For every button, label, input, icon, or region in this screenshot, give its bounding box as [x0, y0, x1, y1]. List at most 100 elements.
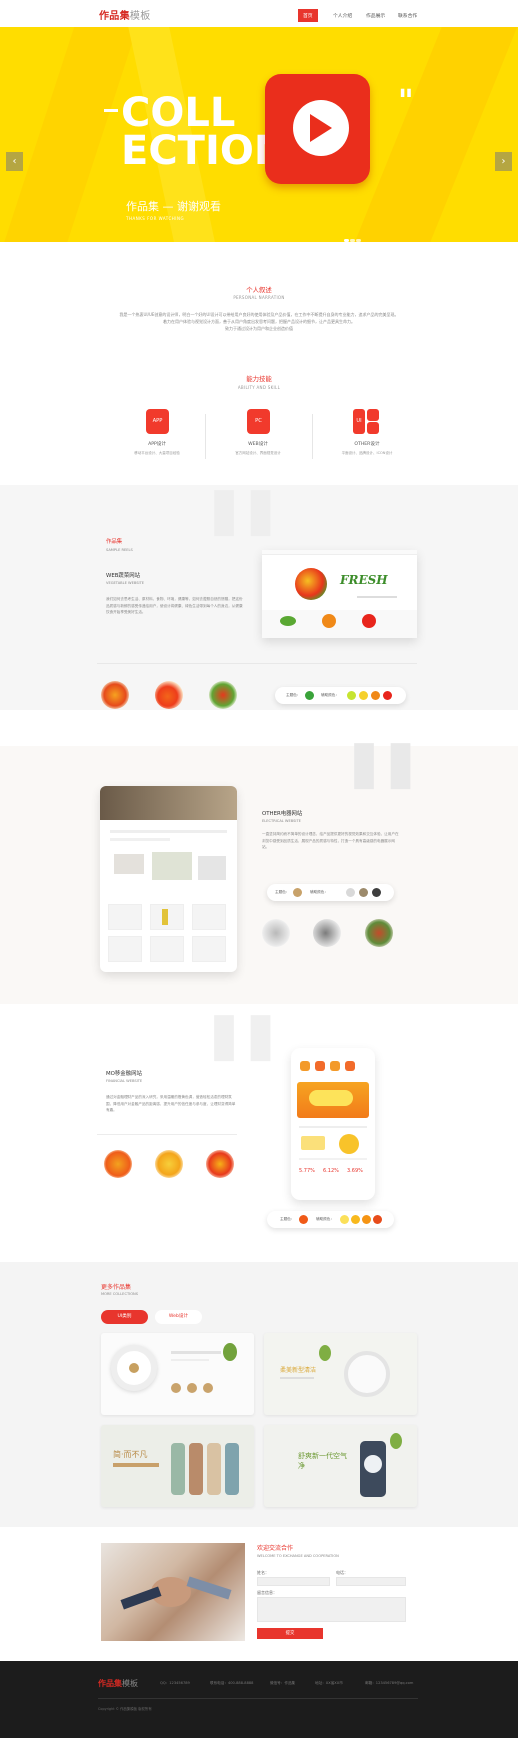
work1-thumb[interactable] [101, 681, 129, 709]
quote-icon: " [398, 84, 414, 119]
ui-icon: UI [353, 409, 379, 434]
next-slide-button[interactable]: › [495, 152, 512, 171]
tab-ui[interactable]: UI类别 [101, 1310, 148, 1324]
message-label: 留言信息： [257, 1590, 277, 1595]
skill-label: APP设计 [148, 442, 166, 447]
work2-thumb[interactable] [262, 919, 290, 947]
divider [98, 1698, 418, 1699]
hero-title: COLL ECTION [121, 90, 288, 174]
color-swatch [359, 888, 368, 897]
footer-item: QQ：123456789 [160, 1681, 190, 1685]
color-swatch [305, 691, 314, 700]
work3-thumb[interactable] [104, 1150, 132, 1178]
footer-item: 微信号：作品集 [270, 1681, 296, 1685]
work1-mockup[interactable]: FRESH [262, 550, 417, 638]
page: 作品集模板 首页 个人介绍 作品展示 联系合作 COLL ECTION " 作品集… [0, 0, 518, 1738]
narration-subtitle: PERSONAL NARRATION [233, 295, 285, 300]
name-input[interactable] [257, 1577, 330, 1586]
collection-card[interactable]: 柔美新型清洁 [264, 1333, 417, 1415]
nav-item-contact[interactable]: 联系合作 [398, 12, 417, 19]
collection-card[interactable] [101, 1333, 254, 1415]
work2-thumb[interactable] [313, 919, 341, 947]
hero-subtitle-en: THANKS FOR WATCHING [126, 216, 185, 221]
work3-color-palette: 主题色： 辅助颜色： [267, 1211, 394, 1228]
teamwork-image [101, 1543, 245, 1641]
phone-label: 电话： [336, 1570, 348, 1575]
site-logo[interactable]: 作品集模板 [99, 7, 151, 22]
nav-item-home[interactable]: 首页 [298, 9, 318, 22]
work1-thumb[interactable] [155, 681, 183, 709]
skill-label: OTHER设计 [354, 442, 380, 447]
narration-text: 我是一个热衷UI/UE创意的设计师，明白一个好的UI设计可以带给用户良好的使用体… [119, 312, 399, 331]
work1-label-en: SAMPLE REELS [106, 548, 133, 552]
quote-watermark: " [198, 980, 287, 1180]
color-swatch [346, 888, 355, 897]
footer: 作品集模板 QQ：123456789 联系电话：400-888-8888 微信号… [0, 1661, 518, 1738]
tab-web[interactable]: Web设计 [155, 1310, 202, 1324]
work2-desc: 一直坚持简约而不简单的设计理念，给产品提供更好的视觉效果和交互体验，让用户在浏览… [262, 832, 399, 849]
collection-card[interactable]: 简·而不凡 [101, 1425, 254, 1507]
work2-title: OTHER电器网站 [262, 811, 303, 817]
work2-color-palette: 主题色： 辅助颜色： [267, 884, 394, 901]
slide-dot[interactable] [344, 239, 349, 242]
color-swatch [373, 1215, 382, 1224]
collection-card[interactable]: 舒爽新一代空气净 [264, 1425, 417, 1507]
work2-mockup[interactable] [100, 786, 237, 972]
submit-button[interactable]: 提交 [257, 1628, 323, 1639]
work1-title: WEB蔬菜网站 [106, 573, 140, 579]
pc-icon: PC [247, 409, 270, 434]
color-swatch [372, 888, 381, 897]
ability-title: 能力技能 [246, 375, 272, 383]
work3-desc: 通过对金融理财产品的深入研究，采用温暖的橙黄色调，营造轻松活泼的理财氛围，降低用… [106, 1095, 236, 1112]
color-swatch [347, 691, 356, 700]
play-icon [265, 74, 370, 184]
contact-title: 欢迎交流合作 [257, 1545, 294, 1552]
bg-shard [1, 27, 139, 242]
ability-subtitle: ABILITY AND SKILL [237, 385, 281, 390]
work3-phone-mockup[interactable]: 5.77% 6.12% 3.69% [291, 1048, 375, 1200]
footer-item: 邮箱：123456789@qq.com [365, 1681, 414, 1685]
work3-thumb[interactable] [206, 1150, 234, 1178]
app-icon: APP [146, 409, 169, 434]
quote-watermark: " [338, 708, 427, 908]
copyright: Copyright © 作品集模板 版权所有 [98, 1707, 152, 1711]
work1-color-palette: 主题色： 辅助颜色： [275, 687, 406, 704]
skill-desc: 平面设计、品牌设计、ICON设计 [341, 451, 393, 455]
name-label: 姓名： [257, 1570, 269, 1575]
work1-title-en: VEGETABLE WEBSITE [106, 581, 145, 585]
work2-title-en: ELECTRICAL WEBSITE [262, 819, 301, 823]
divider [312, 414, 313, 459]
divider [97, 663, 417, 664]
prev-slide-button[interactable]: ‹ [6, 152, 23, 171]
hero-subtitle: 作品集 — 谢谢观看 [126, 200, 221, 213]
work2-thumb[interactable] [365, 919, 393, 947]
divider [205, 414, 206, 459]
footer-item: 地址：XX省XX市 [315, 1681, 343, 1685]
color-swatch [351, 1215, 360, 1224]
narration-title: 个人叙述 [246, 286, 272, 294]
work1-thumb[interactable] [209, 681, 237, 709]
color-swatch [383, 691, 392, 700]
more-subtitle: MORE COLLECTIONS [101, 1292, 139, 1296]
message-textarea[interactable] [257, 1597, 406, 1622]
work3-thumb[interactable] [155, 1150, 183, 1178]
footer-item: 联系电话：400-888-8888 [210, 1681, 254, 1685]
color-swatch [359, 691, 368, 700]
color-swatch [340, 1215, 349, 1224]
hero-dash [104, 109, 118, 112]
more-title: 更多作品集 [101, 1284, 132, 1291]
work2-section [0, 746, 518, 1004]
skill-desc: 移动平台设计、大量项目经验 [134, 451, 180, 455]
footer-logo[interactable]: 作品集模板 [98, 1678, 138, 1689]
slide-dot[interactable] [356, 239, 361, 242]
nav-item-works[interactable]: 作品展示 [366, 12, 385, 19]
divider [97, 1134, 237, 1135]
slide-dot[interactable] [350, 239, 355, 242]
phone-input[interactable] [336, 1577, 406, 1586]
stat-value: 5.77% [299, 1168, 315, 1174]
work1-label: 作品集 [106, 539, 123, 545]
contact-subtitle: WELCOME TO EXCHANGE AND COOPERATION [257, 1554, 339, 1558]
bg-shard [350, 27, 518, 242]
nav-item-about[interactable]: 个人介绍 [333, 12, 352, 19]
color-swatch [293, 888, 302, 897]
